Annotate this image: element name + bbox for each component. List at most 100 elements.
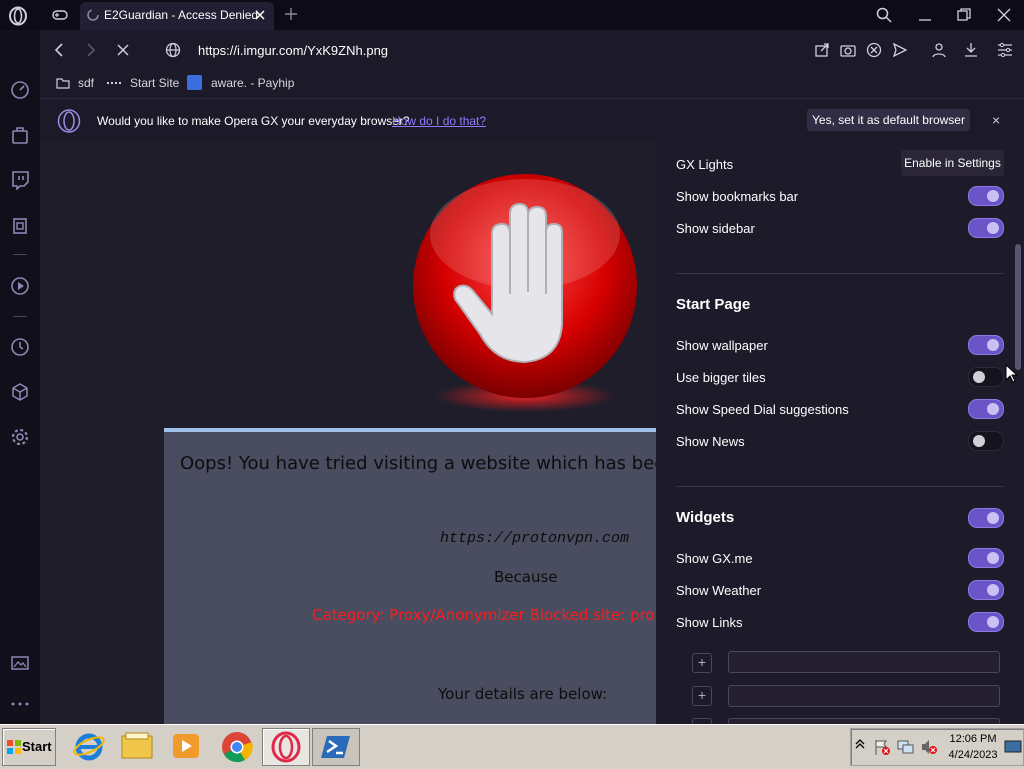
toggle-bookmarks-bar[interactable] (968, 186, 1004, 206)
adblock-icon[interactable] (866, 42, 882, 58)
back-icon[interactable] (52, 42, 66, 58)
toggle-speed-dial[interactable] (968, 399, 1004, 419)
clock-date[interactable]: 4/24/2023 (944, 749, 1002, 761)
toggle-widgets[interactable] (968, 508, 1004, 528)
start-label: Start (22, 739, 52, 754)
details-label: Your details are below: (438, 685, 608, 703)
speed-dial-icon[interactable] (10, 80, 30, 100)
enable-in-settings-button[interactable]: Enable in Settings (901, 150, 1004, 176)
internet-explorer-icon[interactable] (72, 729, 106, 763)
use-bigger-tiles-label: Use bigger tiles (676, 370, 766, 385)
close-window-icon[interactable] (997, 8, 1011, 22)
file-explorer-icon[interactable] (120, 730, 154, 762)
bookmark-aware-payhip[interactable]: aware. - Payhip (211, 76, 294, 90)
infobar-message: Would you like to make Opera GX your eve… (97, 114, 410, 128)
show-news-label: Show News (676, 434, 745, 449)
payhip-icon (187, 75, 202, 90)
section-divider (676, 273, 1004, 274)
action-center-flag-icon[interactable] (873, 738, 891, 756)
widgets-heading: Widgets (676, 509, 735, 526)
folder-icon (56, 77, 70, 89)
settings-gear-icon[interactable] (10, 427, 30, 447)
powershell-icon (321, 734, 351, 760)
block-category: Category: Proxy/Anonymizer Blocked site:… (312, 606, 655, 624)
show-sidebar-label: Show sidebar (676, 221, 755, 236)
globe-icon (165, 42, 181, 58)
download-icon[interactable] (963, 42, 979, 58)
gx-control-icon[interactable] (10, 216, 30, 236)
shopping-bag-icon[interactable] (10, 125, 30, 145)
forward-icon[interactable] (84, 42, 98, 58)
show-hidden-icons-icon[interactable] (855, 738, 865, 750)
start-site-icon (107, 82, 121, 86)
infobar-help-link[interactable]: How do I do that? (392, 114, 486, 128)
because-label: Because (494, 568, 558, 586)
restore-icon[interactable] (957, 8, 971, 22)
clock-time[interactable]: 12:06 PM (944, 733, 1002, 745)
loading-spinner-icon (86, 8, 100, 22)
infobar-close-icon[interactable]: × (992, 112, 1000, 128)
more-icon[interactable] (11, 702, 29, 706)
tab-close-icon[interactable] (253, 8, 267, 22)
section-divider (676, 486, 1004, 487)
bookmark-sdf[interactable]: sdf (78, 76, 94, 90)
minimize-icon[interactable] (918, 8, 932, 22)
start-page-heading: Start Page (676, 296, 751, 313)
media-player-icon[interactable] (170, 730, 202, 762)
show-speed-dial-label: Show Speed Dial suggestions (676, 402, 849, 417)
address-bar[interactable]: https://i.imgur.com/YxK9ZNh.png (198, 43, 388, 58)
toggle-wallpaper[interactable] (968, 335, 1004, 355)
show-gxme-label: Show GX.me (676, 551, 753, 566)
toggle-links[interactable] (968, 612, 1004, 632)
extensions-cube-icon[interactable] (10, 382, 30, 402)
show-links-label: Show Links (676, 615, 743, 630)
show-bookmarks-bar-label: Show bookmarks bar (676, 189, 799, 204)
share-icon[interactable] (814, 42, 830, 58)
show-weather-label: Show Weather (676, 583, 762, 598)
easy-setup-icon[interactable] (997, 42, 1013, 58)
add-link-button[interactable]: + (692, 653, 712, 673)
show-desktop-icon[interactable] (1004, 740, 1022, 754)
stop-hand-icon (410, 174, 640, 414)
show-wallpaper-label: Show wallpaper (676, 338, 768, 353)
chrome-icon[interactable] (220, 730, 254, 764)
gamepad-icon[interactable] (52, 8, 68, 22)
start-button[interactable]: Start (2, 728, 56, 766)
panel-scrollbar[interactable] (1015, 244, 1021, 370)
toggle-bigger-tiles[interactable] (968, 367, 1004, 387)
link-input[interactable] (728, 651, 1000, 673)
link-input[interactable] (728, 685, 1000, 707)
history-icon[interactable] (10, 337, 30, 357)
network-icon[interactable] (897, 738, 915, 756)
twitch-icon[interactable] (10, 170, 30, 190)
new-tab-icon[interactable] (284, 7, 298, 21)
search-icon[interactable] (876, 7, 892, 23)
blocked-url: https://protonvpn.com (440, 530, 630, 547)
opera-logo-icon[interactable] (8, 6, 28, 26)
bookmark-start-site[interactable]: Start Site (130, 76, 179, 90)
mouse-cursor-icon (1005, 364, 1017, 384)
toggle-gxme[interactable] (968, 548, 1004, 568)
sidebar-divider (13, 254, 27, 255)
opera-gx-taskbar-button[interactable] (262, 728, 310, 766)
powershell-taskbar-button[interactable] (312, 728, 360, 766)
opera-gx-taskbar-icon (270, 731, 302, 763)
error-title: Oops! You have tried visiting a website … (180, 453, 677, 474)
wallpaper-icon[interactable] (10, 653, 30, 673)
gx-lights-label: GX Lights (676, 157, 734, 172)
add-link-button[interactable]: + (692, 686, 712, 706)
toggle-news[interactable] (968, 431, 1004, 451)
sidebar-divider (13, 316, 27, 317)
windows-logo-icon (6, 739, 22, 755)
set-default-browser-button[interactable]: Yes, set it as default browser (807, 109, 970, 131)
toggle-sidebar[interactable] (968, 218, 1004, 238)
camera-icon[interactable] (840, 42, 856, 58)
stop-loading-icon[interactable] (116, 42, 130, 58)
player-icon[interactable] (10, 276, 30, 296)
profile-icon[interactable] (931, 42, 947, 58)
volume-muted-icon[interactable] (920, 738, 938, 756)
opera-gx-logo-icon (57, 109, 81, 133)
tab-title: E2Guardian - Access Denied (104, 8, 259, 22)
toggle-weather[interactable] (968, 580, 1004, 600)
send-icon[interactable] (892, 42, 908, 58)
